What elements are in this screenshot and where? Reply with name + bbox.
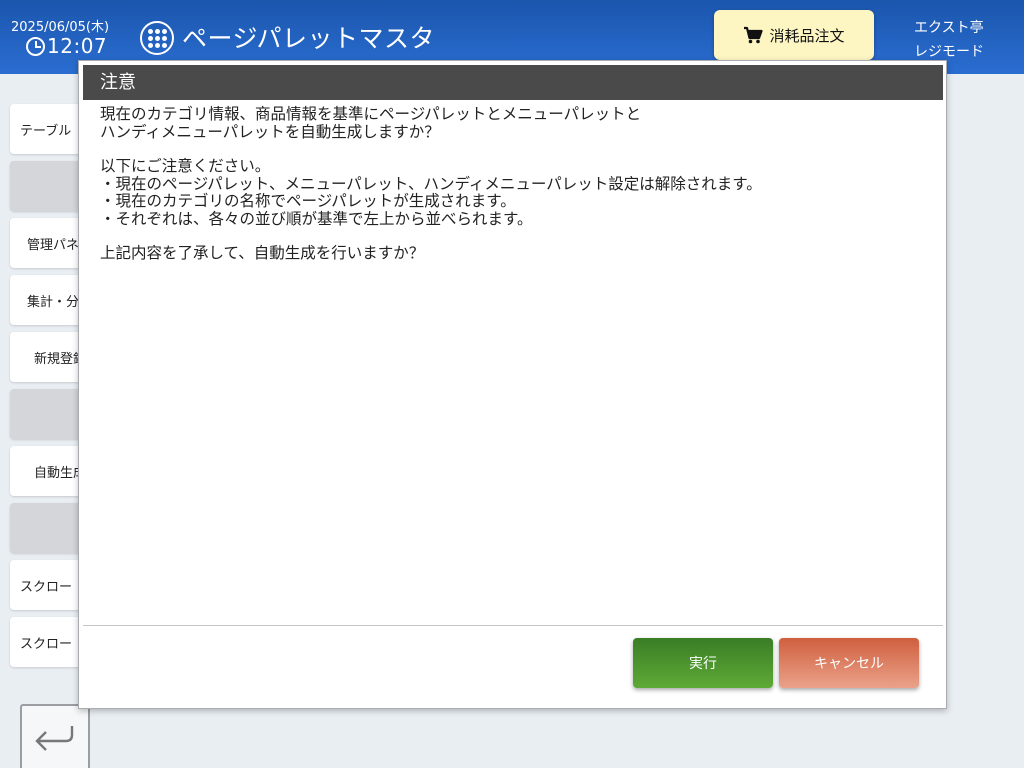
clock-icon <box>26 36 45 56</box>
message-line: ハンディメニューパレットを自動生成しますか？ <box>100 122 440 141</box>
page-title: ページパレットマスタ <box>182 24 436 53</box>
sidebar-item-label: 管理パネ <box>27 237 80 253</box>
sidebar-item-label: 集計・分 <box>27 294 80 310</box>
confirm-dialog: 注意 現在のカテゴリ情報、商品情報を基準にページパレットとメニューパレットと ハ… <box>78 60 947 709</box>
dialog-divider <box>83 625 943 626</box>
message-line: ・現在のページパレット、メニューパレット、ハンディメニューパレット設定は解除され… <box>100 174 762 193</box>
supplies-order-label: 消耗品注文 <box>769 26 845 45</box>
sidebar-item-label: スクロー <box>20 636 73 652</box>
mode-label: レジモード <box>914 44 984 60</box>
cart-icon <box>744 26 764 44</box>
message-line: ・それぞれは、各々の並び順が基準で左上から並べられます。 <box>100 209 533 228</box>
back-arrow-icon <box>35 726 74 751</box>
time-text: 12:07 <box>47 34 108 58</box>
store-name: エクスト亭 <box>914 20 984 36</box>
dialog-message: 現在のカテゴリ情報、商品情報を基準にページパレットとメニューパレットと ハンディ… <box>100 105 920 263</box>
message-line: 以下にご注意ください。 <box>100 157 271 175</box>
message-line: ・現在のカテゴリの名称でページパレットが生成されます。 <box>100 192 516 210</box>
sidebar-item-label: スクロー <box>20 579 73 595</box>
sidebar-item-label: テーブル <box>20 123 72 139</box>
confirm-question: 上記内容を了承して、自動生成を行いますか？ <box>100 244 425 262</box>
message-line: 現在のカテゴリ情報、商品情報を基準にページパレットとメニューパレットと <box>100 105 642 123</box>
grid-menu-icon[interactable] <box>140 21 174 55</box>
current-time: 12:07 <box>26 34 108 58</box>
execute-button[interactable]: 実行 <box>633 638 773 688</box>
dialog-title: 注意 <box>83 65 943 100</box>
supplies-order-button[interactable]: 消耗品注文 <box>714 10 874 60</box>
back-button[interactable] <box>20 704 90 768</box>
current-date: 2025/06/05(木) <box>11 20 110 35</box>
cancel-button[interactable]: キャンセル <box>779 638 919 688</box>
